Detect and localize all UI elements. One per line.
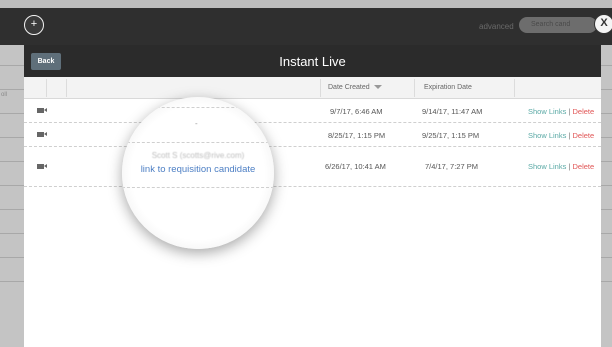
date-created-cell: 9/7/17, 6:46 AM xyxy=(330,107,383,116)
row-actions: Show Links | Delete xyxy=(528,131,594,140)
show-links-link[interactable]: Show Links xyxy=(528,107,566,116)
magnified-row-divider xyxy=(122,142,274,143)
video-camera-icon xyxy=(37,164,47,169)
expiration-date-cell: 7/4/17, 7:27 PM xyxy=(425,162,478,171)
column-header-date-created-label: Date Created xyxy=(328,84,370,91)
requisition-candidate-link[interactable]: link to requisition candidate xyxy=(122,164,274,175)
candidate-name: Scott S (scotts@rive.com) xyxy=(151,151,245,160)
action-separator: | xyxy=(568,162,571,171)
modal-title: Instant Live xyxy=(279,54,346,69)
instant-live-modal: Back Instant Live Date Created Expiratio… xyxy=(24,45,601,347)
magnified-empty-value: - xyxy=(195,119,198,128)
date-created-cell: 6/26/17, 10:41 AM xyxy=(325,162,386,171)
action-separator: | xyxy=(568,107,571,116)
delete-link[interactable]: Delete xyxy=(573,131,595,140)
plus-icon: + xyxy=(30,18,38,30)
modal-header: Back Instant Live xyxy=(24,45,601,77)
table-row: 9/7/17, 6:46 AM 9/14/17, 11:47 AM Show L… xyxy=(24,99,601,123)
advanced-search-link[interactable]: advanced xyxy=(479,22,514,31)
background-left-panel xyxy=(0,45,24,347)
magnifier-lens: - Scott S (scotts@rive.com) link to requ… xyxy=(122,97,274,249)
table-row: 6/26/17, 10:41 AM 7/4/17, 7:27 PM Show L… xyxy=(24,147,601,187)
add-button[interactable]: + xyxy=(24,15,44,35)
action-separator: | xyxy=(568,131,571,140)
video-camera-icon xyxy=(37,132,47,137)
show-links-link[interactable]: Show Links xyxy=(528,162,566,171)
delete-link[interactable]: Delete xyxy=(573,107,595,116)
search-placeholder: Search cand xyxy=(531,21,571,28)
table-row: 8/25/17, 1:15 PM 9/25/17, 1:15 PM Show L… xyxy=(24,123,601,147)
close-button[interactable]: X xyxy=(594,14,612,34)
row-actions: Show Links | Delete xyxy=(528,107,594,116)
column-header-expiration-date[interactable]: Expiration Date xyxy=(424,84,472,91)
table-header: Date Created Expiration Date xyxy=(24,77,601,99)
background-right-panel xyxy=(601,45,612,347)
expiration-date-cell: 9/14/17, 11:47 AM xyxy=(422,107,483,116)
video-camera-icon xyxy=(37,108,47,113)
search-input[interactable]: Search cand xyxy=(519,17,597,33)
background-column-label: oll xyxy=(1,92,8,98)
magnified-row-divider xyxy=(122,187,274,188)
row-actions: Show Links | Delete xyxy=(528,162,594,171)
close-icon: X xyxy=(600,17,608,29)
magnified-row-divider xyxy=(122,107,274,108)
show-links-link[interactable]: Show Links xyxy=(528,131,566,140)
expiration-date-cell: 9/25/17, 1:15 PM xyxy=(422,131,480,140)
sort-descending-icon xyxy=(373,85,382,90)
column-header-date-created[interactable]: Date Created xyxy=(328,84,382,91)
date-created-cell: 8/25/17, 1:15 PM xyxy=(328,131,386,140)
delete-link[interactable]: Delete xyxy=(573,162,595,171)
